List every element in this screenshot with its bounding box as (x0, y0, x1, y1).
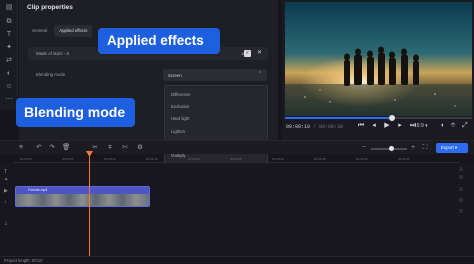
step-forward-icon[interactable]: ▸ (396, 122, 404, 130)
crop-icon[interactable]: ⌗ (106, 144, 114, 152)
ruler-tick: 00:00:05 (62, 157, 74, 161)
video-track-icon: ▶ (4, 188, 8, 194)
chevron-up-icon: ⌃ (257, 71, 262, 77)
volume-icon[interactable]: ◖ (440, 122, 444, 129)
fit-icon[interactable]: ⛶ (421, 144, 429, 152)
track-side-icons (457, 165, 465, 225)
filters-icon[interactable]: ⧉ (5, 18, 13, 26)
import-icon[interactable]: ▤ (5, 4, 13, 12)
stickers-icon[interactable]: ☺ (5, 83, 13, 91)
split-icon[interactable]: ✂ (91, 144, 99, 152)
ruler-tick: 00:00:30 (272, 157, 284, 161)
option-exclusion[interactable]: Exclusion (165, 101, 267, 113)
status-bar: Project length: 00:10 (0, 256, 474, 264)
zoom-out-icon[interactable]: − (360, 144, 368, 152)
effect-name: Made of stars - 8 (36, 51, 69, 56)
fullscreen-icon[interactable]: ⤢ (462, 122, 468, 130)
text-track-icon: T (4, 169, 8, 175)
timeline-ruler[interactable]: 00:00:00 00:00:05 00:00:10 00:00:15 00:0… (14, 155, 460, 163)
track-lock-icon[interactable] (459, 167, 463, 171)
effects-track-icon: ✦ (4, 177, 9, 183)
preview-scrubber[interactable] (285, 115, 472, 121)
color-icon[interactable]: ◐ (5, 70, 13, 78)
sunset-scene-image (285, 2, 472, 116)
ruler-tick: 00:00:40 (356, 157, 368, 161)
app-window: ▤ ⧉ T ✦ ⇄ ◐ ☺ ⋯ Clip properties General … (0, 0, 474, 264)
remove-effect-icon[interactable]: ✕ (256, 50, 263, 57)
blending-mode-callout: Blending mode (16, 98, 135, 127)
transition-icon[interactable]: ⇄ (5, 57, 13, 65)
ruler-tick: 00:00:00 (20, 157, 32, 161)
ruler-tick: 00:00:35 (314, 157, 326, 161)
ruler-tick: 00:00:45 (398, 157, 410, 161)
track-lock-icon[interactable] (459, 187, 463, 191)
snapshot-icon[interactable]: ⌾ (451, 122, 455, 130)
export-label: Export (441, 145, 454, 150)
export-button[interactable]: Export ▾ (436, 143, 468, 153)
timeline-toolbar: ≡ ↶ ↷ 🗑 ✂ ⌗ ✄ ⚙ − + ⛶ Export ▾ (0, 140, 474, 154)
playhead[interactable] (86, 151, 93, 256)
playback-controls: ⏮ ◂ ▶ ▸ ⏭ (357, 122, 417, 130)
timeline-tracks[interactable]: T ✦ ▶ ♪ ♫ (0, 163, 474, 256)
option-difference[interactable]: Difference (165, 89, 267, 101)
clip-thumbnails (16, 194, 149, 206)
ruler-tick: 00:00:25 (230, 157, 242, 161)
tracks-icon[interactable]: ≡ (17, 144, 25, 152)
applied-effects-callout: Applied effects (98, 28, 220, 54)
aspect-ratio-value: 16:9 (414, 123, 424, 129)
play-icon[interactable]: ▶ (383, 122, 391, 130)
cut-icon[interactable]: ✄ (121, 144, 129, 152)
zoom-slider[interactable] (371, 146, 407, 151)
more-icon[interactable]: ⋯ (5, 96, 13, 104)
ruler-tick: 00:00:10 (104, 157, 116, 161)
redo-icon[interactable]: ↷ (48, 144, 56, 152)
clip-name: Friends.mp4 (16, 187, 149, 194)
zoom-slider-handle[interactable] (389, 146, 394, 151)
zoom-in-icon[interactable]: + (409, 144, 417, 152)
option-lighten[interactable]: Lighten (165, 126, 267, 138)
blending-mode-select[interactable]: Screen ⌃ (163, 69, 267, 81)
properties-icon[interactable]: ⚙ (136, 144, 144, 152)
track-lock-icon[interactable] (459, 209, 463, 213)
music-track-icon: ♫ (4, 221, 8, 227)
undo-icon[interactable]: ↶ (35, 144, 43, 152)
project-length: Project length: 00:10 (4, 258, 43, 263)
timecode-total: / 00:00:30 (313, 124, 344, 130)
blending-mode-label: Blending mode (36, 72, 66, 77)
track-lock-icon[interactable] (459, 198, 463, 202)
aspect-ratio-select[interactable]: 16:9 ▾ (414, 123, 428, 129)
track-lock-icon[interactable] (459, 175, 463, 179)
left-toolbar: ▤ ⧉ T ✦ ⇄ ◐ ☺ ⋯ (0, 0, 18, 110)
video-clip[interactable]: Friends.mp4 (15, 186, 150, 207)
enable-checkbox[interactable]: ✓ (244, 50, 251, 57)
text-icon[interactable]: T (5, 31, 13, 39)
skip-back-icon[interactable]: ⏮ (357, 122, 365, 130)
audio-track-icon: ♪ (4, 199, 7, 205)
step-back-icon[interactable]: ◂ (370, 122, 378, 130)
blending-mode-value: Screen (168, 72, 182, 78)
tab-general[interactable]: General (27, 25, 52, 37)
ruler-tick: 00:00:15 (146, 157, 158, 161)
tab-applied-effects[interactable]: Applied effects (54, 25, 93, 37)
delete-icon[interactable]: 🗑 (62, 144, 70, 152)
preview-panel: 00:00:10 / 00:00:30 ⏮ ◂ ▶ ▸ ⏭ 16:9 ▾ ◖ ⌾… (282, 0, 474, 140)
scrubber-progress (285, 117, 390, 119)
effects-icon[interactable]: ✦ (5, 44, 13, 52)
timecode: 00:00:10 / 00:00:30 (286, 124, 343, 130)
panel-title: Clip properties (27, 4, 73, 11)
scrubber-handle[interactable] (389, 115, 395, 121)
option-hard-light[interactable]: Hard light (165, 113, 267, 125)
ruler-tick: 00:00:20 (188, 157, 200, 161)
timecode-current: 00:00:10 (286, 124, 311, 130)
video-preview (285, 2, 472, 116)
